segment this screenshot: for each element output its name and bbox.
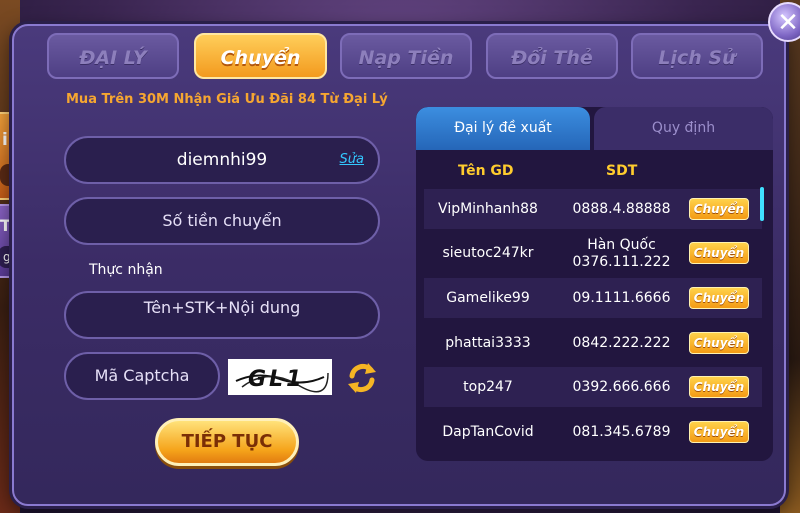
tab-dai-ly[interactable]: ĐẠI LÝ — [47, 33, 179, 79]
transfer-button[interactable]: Chuyển — [689, 242, 749, 264]
agent-phone: Hàn Quốc 0376.111.222 — [564, 237, 679, 271]
username-value: diemnhi99 — [176, 150, 268, 170]
receive-label: Thực nhận — [89, 262, 163, 278]
close-icon: ✕ — [777, 8, 799, 38]
captcha-image: GL1 — [228, 359, 332, 395]
agent-row: top247 0392.666.666 Chuyển — [424, 367, 762, 407]
close-button[interactable]: ✕ — [768, 2, 800, 42]
agent-list-panel: Đại lý đề xuất Quy định Tên GD SDT VipMi… — [416, 107, 773, 461]
agent-name: sieutoc247kr — [442, 245, 534, 261]
transfer-button[interactable]: Chuyển — [689, 376, 749, 398]
agent-phone: 09.1111.6666 — [572, 290, 671, 306]
captcha-text: GL1 — [248, 367, 304, 392]
agent-row: DapTanCovid 081.345.6789 Chuyển — [424, 412, 762, 452]
amount-placeholder: Số tiền chuyển — [162, 211, 282, 230]
username-field: diemnhi99 Sửa — [64, 136, 380, 184]
content-placeholder: Tên+STK+Nội dung — [143, 298, 301, 317]
agent-name: Gamelike99 — [446, 290, 530, 306]
continue-button[interactable]: TIẾP TỤC — [155, 418, 299, 466]
agent-name: top247 — [463, 379, 513, 395]
transfer-button[interactable]: Chuyển — [689, 421, 749, 443]
agent-phone: 0842.222.222 — [572, 335, 671, 351]
content-input[interactable]: Tên+STK+Nội dung — [64, 291, 380, 339]
captcha-placeholder: Mã Captcha — [94, 366, 190, 385]
agent-name: DapTanCovid — [442, 424, 534, 440]
transfer-button[interactable]: Chuyển — [689, 287, 749, 309]
agent-name: VipMinhanh88 — [438, 201, 538, 217]
tab-suggested-agents[interactable]: Đại lý đề xuất — [416, 107, 590, 150]
agent-phone-line1: Hàn Quốc — [587, 237, 656, 253]
agent-phone: 0888.4.88888 — [572, 201, 671, 217]
tab-nap-tien[interactable]: Nạp Tiền — [340, 33, 472, 79]
agent-row: Gamelike99 09.1111.6666 Chuyển — [424, 278, 762, 318]
tab-rules[interactable]: Quy định — [594, 107, 773, 150]
promo-text: Mua Trên 30M Nhận Giá Ưu Đãi 84 Từ Đại L… — [66, 92, 388, 107]
tab-doi-the[interactable]: Đổi Thẻ — [486, 33, 618, 79]
agent-row: sieutoc247kr Hàn Quốc 0376.111.222 Chuyể… — [424, 233, 762, 273]
column-header-name: Tên GD — [458, 163, 514, 179]
refresh-captcha-button[interactable] — [344, 360, 380, 396]
agent-phone: 0392.666.666 — [572, 379, 671, 395]
tab-chuyen[interactable]: Chuyển — [194, 33, 327, 79]
column-header-phone: SDT — [606, 163, 638, 179]
transfer-button[interactable]: Chuyển — [689, 198, 749, 220]
captcha-input[interactable]: Mã Captcha — [64, 352, 220, 400]
refresh-icon — [348, 363, 376, 393]
list-scrollbar[interactable] — [760, 187, 764, 221]
agent-name: phattai3333 — [445, 335, 531, 351]
agent-phone-line2: 0376.111.222 — [572, 254, 671, 270]
agent-phone: 081.345.6789 — [572, 424, 671, 440]
agent-row: VipMinhanh88 0888.4.88888 Chuyển — [424, 189, 762, 229]
tab-lich-su[interactable]: Lịch Sử — [631, 33, 763, 79]
edit-username-link[interactable]: Sửa — [340, 138, 364, 182]
agent-row: phattai3333 0842.222.222 Chuyển — [424, 323, 762, 363]
amount-input[interactable]: Số tiền chuyển — [64, 197, 380, 245]
transfer-button[interactable]: Chuyển — [689, 332, 749, 354]
